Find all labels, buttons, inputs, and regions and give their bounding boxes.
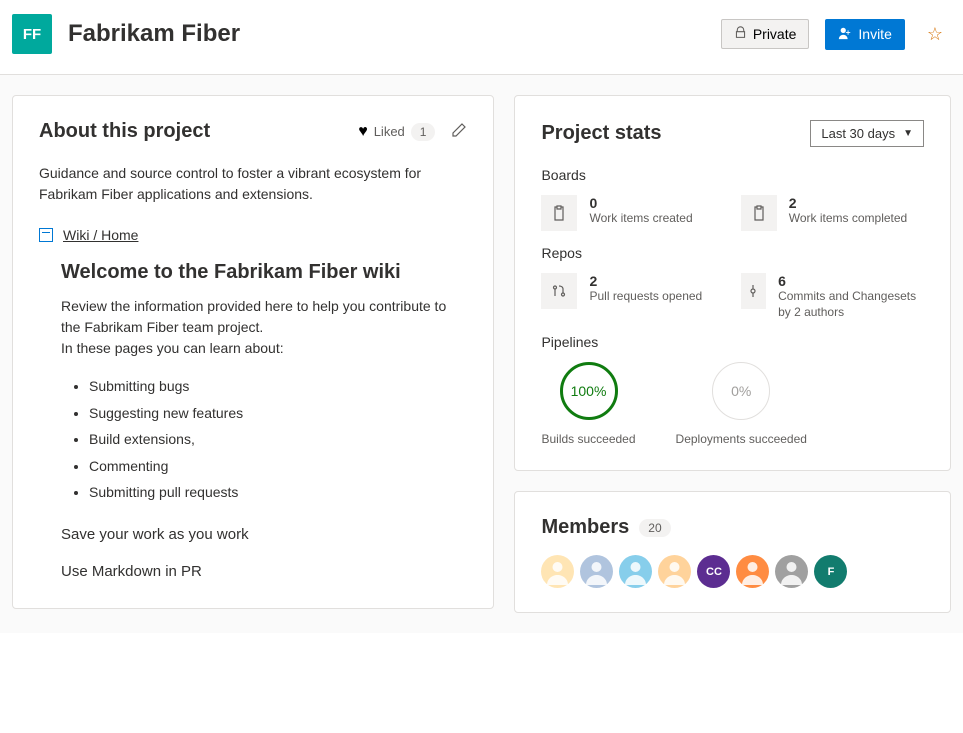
- list-item: Commenting: [89, 453, 467, 480]
- favorite-star-icon[interactable]: ☆: [927, 24, 943, 45]
- avatar[interactable]: CC: [697, 555, 730, 588]
- lock-icon: [734, 26, 747, 42]
- heart-icon: ♥: [358, 123, 368, 141]
- invite-button[interactable]: Invite: [825, 19, 904, 50]
- stats-card: Project stats Last 30 days ▼ Boards 0 Wo…: [514, 95, 951, 471]
- stat-work-items-completed: 2 Work items completed: [741, 195, 924, 231]
- project-logo: FF: [12, 14, 52, 54]
- members-card: Members 20 CC F: [514, 491, 951, 613]
- pipe-label: Builds succeeded: [541, 432, 635, 446]
- avatar[interactable]: [619, 555, 652, 588]
- wiki-intro-line-1: Review the information provided here to …: [61, 298, 446, 335]
- stat-pull-requests: 2 Pull requests opened: [541, 273, 724, 320]
- list-item: Build extensions,: [89, 426, 467, 453]
- wiki-subheading: Use Markdown in PR: [61, 563, 467, 580]
- boards-label: Boards: [541, 167, 924, 183]
- private-label: Private: [753, 26, 797, 42]
- builds-succeeded-stat: 100% Builds succeeded: [541, 362, 635, 446]
- invite-label: Invite: [858, 26, 891, 42]
- pipe-label: Deployments succeeded: [676, 432, 807, 446]
- stat-value: 2: [789, 195, 907, 211]
- avatar[interactable]: [580, 555, 613, 588]
- avatar[interactable]: [541, 555, 574, 588]
- list-item: Suggesting new features: [89, 400, 467, 427]
- invite-icon: [838, 26, 852, 43]
- list-item: Submitting bugs: [89, 373, 467, 400]
- avatar[interactable]: [736, 555, 769, 588]
- wiki-intro: Review the information provided here to …: [61, 296, 467, 359]
- stat-work-items-created: 0 Work items created: [541, 195, 724, 231]
- stat-commits: 6 Commits and Changesets by 2 authors: [741, 273, 924, 320]
- stat-value: 6: [778, 273, 924, 289]
- dropdown-label: Last 30 days: [821, 126, 895, 141]
- clipboard-icon: [541, 195, 577, 231]
- pipelines-label: Pipelines: [541, 334, 924, 350]
- liked-label: Liked: [374, 124, 405, 139]
- about-title: About this project: [39, 120, 358, 143]
- stat-value: 0: [589, 195, 692, 211]
- about-description: Guidance and source control to foster a …: [39, 163, 467, 205]
- wiki-list: Submitting bugs Suggesting new features …: [61, 373, 467, 506]
- wiki-subheading: Save your work as you work: [61, 526, 467, 543]
- deployments-succeeded-stat: 0% Deployments succeeded: [676, 362, 807, 446]
- edit-icon[interactable]: [451, 122, 467, 142]
- avatar[interactable]: [658, 555, 691, 588]
- chevron-down-icon: ▼: [903, 128, 913, 139]
- about-card: About this project ♥ Liked 1 Guidance an…: [12, 95, 494, 609]
- member-avatars: CC F: [541, 555, 924, 588]
- stat-label: Work items created: [589, 211, 692, 227]
- commit-icon: [741, 273, 766, 309]
- stat-value: 2: [589, 273, 702, 289]
- members-title: Members: [541, 516, 629, 539]
- time-range-dropdown[interactable]: Last 30 days ▼: [810, 120, 924, 147]
- wiki-intro-line-2: In these pages you can learn about:: [61, 340, 284, 356]
- avatar[interactable]: [775, 555, 808, 588]
- stat-label: Pull requests opened: [589, 289, 702, 305]
- wiki-link[interactable]: Wiki / Home: [63, 227, 138, 243]
- wiki-doc-icon: [39, 228, 53, 242]
- members-count-badge: 20: [639, 519, 670, 537]
- liked-indicator[interactable]: ♥ Liked 1: [358, 123, 435, 141]
- build-success-circle: 100%: [560, 362, 618, 420]
- list-item: Submitting pull requests: [89, 479, 467, 506]
- branch-icon: [541, 273, 577, 309]
- stat-label: Commits and Changesets by 2 authors: [778, 289, 924, 320]
- stats-title: Project stats: [541, 122, 661, 145]
- liked-count-badge: 1: [411, 123, 436, 141]
- deploy-success-circle: 0%: [712, 362, 770, 420]
- avatar[interactable]: F: [814, 555, 847, 588]
- repos-label: Repos: [541, 245, 924, 261]
- private-button[interactable]: Private: [721, 19, 810, 49]
- project-title: Fabrikam Fiber: [68, 20, 705, 48]
- stat-label: Work items completed: [789, 211, 907, 227]
- wiki-heading: Welcome to the Fabrikam Fiber wiki: [61, 261, 467, 284]
- clipboard-icon: [741, 195, 777, 231]
